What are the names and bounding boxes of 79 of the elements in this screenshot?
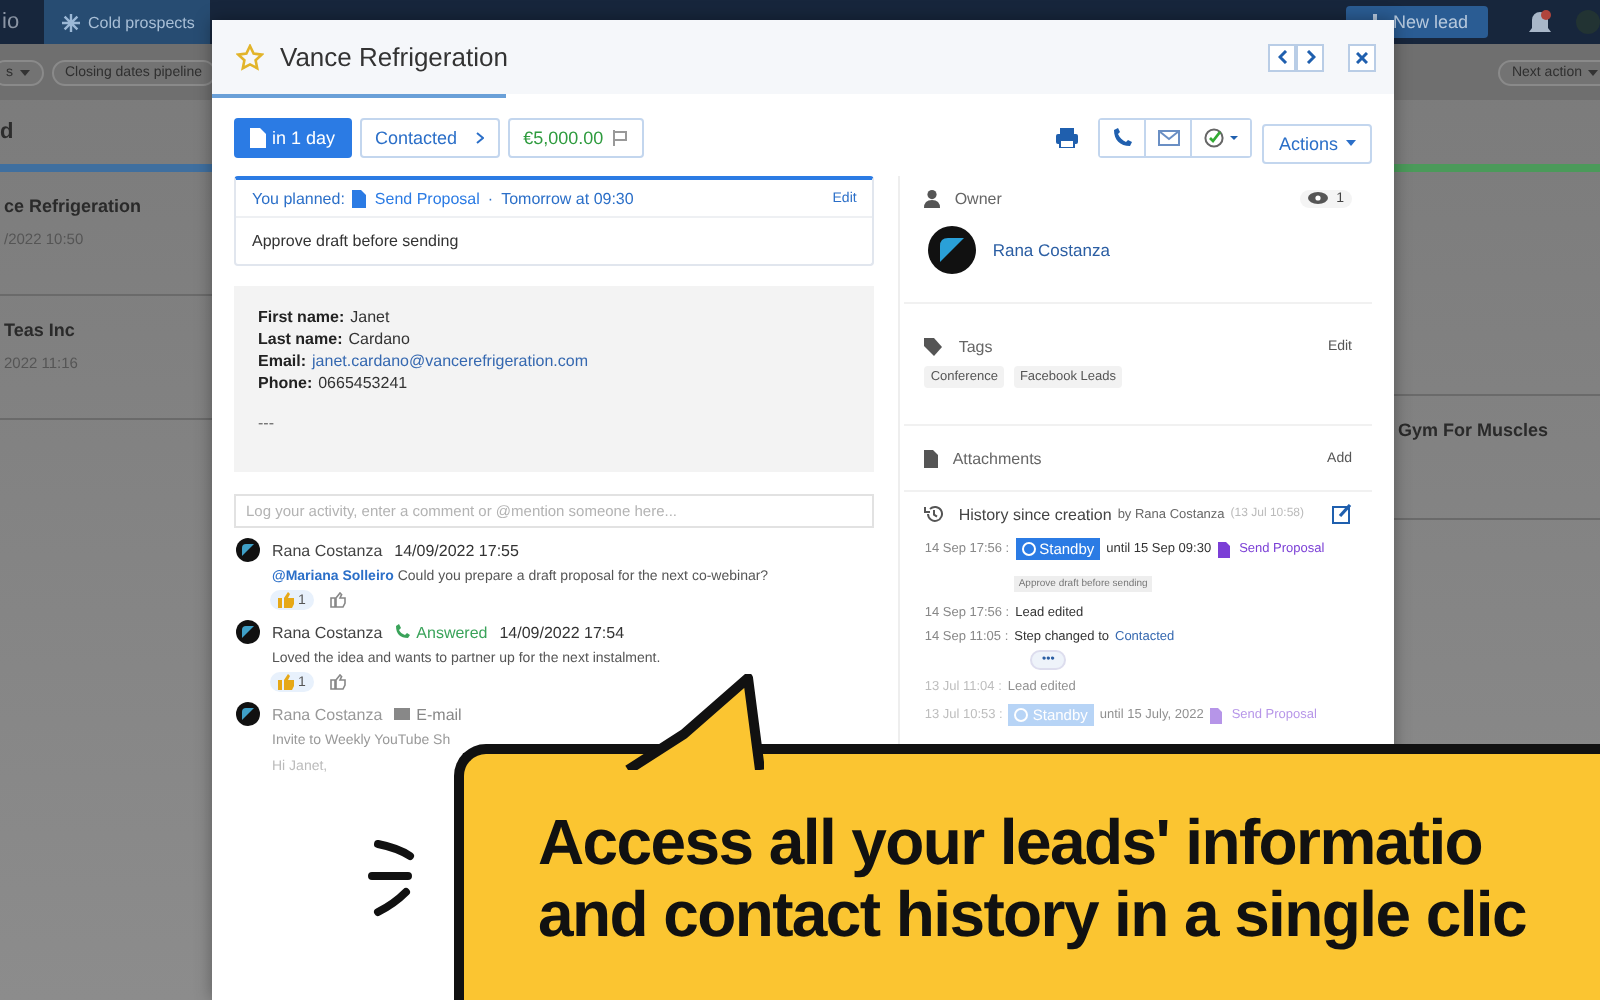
caret-icon <box>1346 140 1356 146</box>
stage-button[interactable]: Contacted <box>359 118 500 158</box>
field-label: Last name: <box>258 328 343 350</box>
author-name: Rana Costanza <box>272 541 383 559</box>
field-label: Email: <box>258 350 307 372</box>
lead-name: Gym For Muscles <box>1398 420 1551 440</box>
lead-title: Vance Refrigeration <box>280 42 508 72</box>
task-time: Tomorrow at 09:30 <box>501 190 634 208</box>
headline-text: Access all your leads' informatio <box>538 806 1485 878</box>
flag-icon <box>611 130 628 146</box>
add-reaction-icon <box>329 592 348 608</box>
field-value: 0665453241 <box>318 372 408 394</box>
activity-date: 14/09/2022 17:55 <box>394 541 519 559</box>
author-name: Rana Costanza <box>272 623 383 641</box>
chevron-left-icon <box>1277 50 1287 64</box>
avatar-icon <box>236 702 260 726</box>
document-icon <box>250 128 266 148</box>
planned-label: You planned: <box>252 190 345 208</box>
close-icon <box>1356 51 1368 63</box>
add-reaction-icon <box>329 674 348 690</box>
envelope-icon <box>1157 130 1180 146</box>
eye-icon <box>1308 192 1329 204</box>
edit-icon <box>1332 504 1352 524</box>
document-icon <box>1209 707 1222 723</box>
chevron-right-icon <box>475 132 484 144</box>
lead-name: Teas Inc <box>4 320 77 340</box>
section-label: Tags <box>958 337 993 355</box>
field-value: Janet <box>350 306 390 328</box>
bell-icon <box>1528 9 1552 35</box>
call-button[interactable] <box>1100 120 1147 156</box>
activity-date: 14/09/2022 17:54 <box>499 623 625 641</box>
avatar-icon <box>236 620 260 644</box>
field-value: Cardano <box>348 328 410 350</box>
person-icon <box>924 189 941 207</box>
phone-icon <box>394 624 411 640</box>
separator-text: --- <box>258 414 276 432</box>
document-icon <box>1217 541 1230 557</box>
snowflake-icon <box>62 13 80 31</box>
next-button[interactable] <box>1296 43 1324 71</box>
actions-button[interactable]: Actions <box>1262 123 1372 163</box>
field-label: Phone: <box>258 372 313 394</box>
section-label: Owner <box>954 189 1002 207</box>
tags-icon <box>924 337 945 355</box>
author-name: Rana Costanza <box>272 705 383 723</box>
field-label: First name: <box>258 306 345 328</box>
thumbs-up-icon <box>278 674 294 690</box>
view-tab[interactable]: Cold prospects <box>44 0 211 44</box>
caret-icon <box>19 69 29 75</box>
app-logo: io <box>0 10 22 34</box>
phone-icon <box>1112 128 1133 148</box>
print-icon <box>1056 128 1079 148</box>
check-circle-icon <box>1203 128 1240 148</box>
task-link[interactable]: Send Proposal <box>374 190 480 208</box>
separator-dot: · <box>487 190 494 208</box>
due-button[interactable]: in 1 day <box>234 118 352 158</box>
caret-icon <box>1588 69 1598 75</box>
activity-type: E-mail <box>416 705 462 723</box>
email-link[interactable]: janet.cardano@vancerefrigeration.com <box>312 350 588 372</box>
avatar-icon <box>236 538 260 562</box>
call-status: Answered <box>416 623 488 641</box>
clock-icon <box>1014 708 1029 722</box>
owner-name[interactable]: Rana Costanza <box>992 240 1110 260</box>
column-heading: d <box>0 118 16 148</box>
section-label: History since creation <box>958 505 1112 523</box>
history-icon <box>924 504 945 524</box>
task-note: Approve draft before sending <box>250 230 461 254</box>
thumbs-up-icon <box>278 592 294 608</box>
clock-icon <box>1021 542 1036 556</box>
file-icon <box>924 449 939 467</box>
section-label: Attachments <box>952 449 1042 467</box>
amount-button[interactable]: €5,000.00 <box>507 118 644 158</box>
avatar-icon <box>928 226 977 274</box>
close-button[interactable] <box>1348 43 1376 71</box>
lead-name: ce Refrigeration <box>4 196 144 216</box>
envelope-icon <box>394 708 411 720</box>
headline-text: and contact history in a single clic <box>538 878 1528 950</box>
document-icon <box>352 190 367 208</box>
chevron-right-icon <box>1305 50 1315 64</box>
previous-button[interactable] <box>1268 43 1296 71</box>
